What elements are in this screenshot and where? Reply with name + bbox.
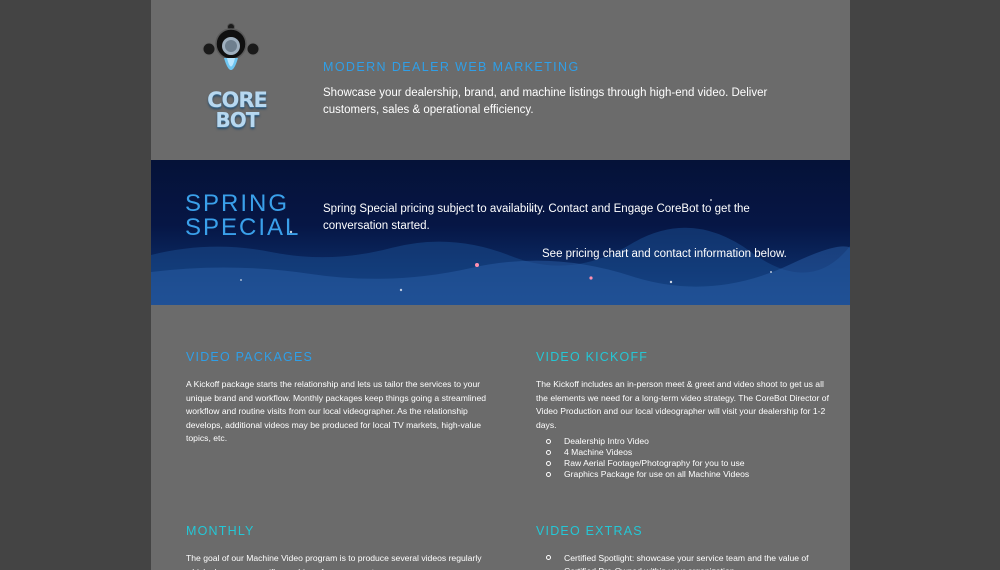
spring-special-banner: SPRING SPECIAL Spring Special pricing su… bbox=[151, 160, 850, 305]
corebot-logo[interactable]: CORE BOT bbox=[181, 20, 271, 132]
star-icon bbox=[399, 288, 403, 292]
section-title: VIDEO KICKOFF bbox=[536, 350, 649, 364]
kickoff-list: Dealership Intro Video 4 Machine Videos … bbox=[536, 436, 836, 480]
star-icon bbox=[589, 276, 593, 280]
list-item: Certified Spotlight: showcase your servi… bbox=[546, 552, 836, 570]
banner-note: See pricing chart and contact informatio… bbox=[542, 248, 787, 260]
intro-text: Showcase your dealership, brand, and mac… bbox=[323, 87, 768, 116]
robot-logo-icon bbox=[202, 23, 260, 70]
list-item: Graphics Package for use on all Machine … bbox=[546, 469, 836, 480]
site-header: CORE BOT MODERN DEALER WEB MARKETING Sho… bbox=[151, 0, 850, 160]
banner-text: Spring Special pricing subject to availa… bbox=[323, 203, 750, 232]
star-icon bbox=[770, 271, 772, 273]
extras-list: Certified Spotlight: showcase your servi… bbox=[536, 552, 836, 570]
section-monthly: MONTHLY The goal of our Machine Video pr… bbox=[186, 524, 486, 570]
section-video-packages: VIDEO PACKAGES A Kickoff package starts … bbox=[186, 350, 486, 446]
section-video-extras: VIDEO EXTRAS Certified Spotlight: showca… bbox=[536, 524, 836, 570]
list-item: 4 Machine Videos bbox=[546, 447, 836, 458]
section-body: The goal of our Machine Video program is… bbox=[186, 553, 482, 570]
star-icon bbox=[475, 263, 479, 267]
tagline: MODERN DEALER WEB MARKETING bbox=[323, 60, 580, 74]
logo-text-bot: BOT bbox=[215, 108, 260, 132]
section-body: The Kickoff includes an in-person meet &… bbox=[536, 379, 829, 430]
page-container: CORE BOT MODERN DEALER WEB MARKETING Sho… bbox=[151, 0, 850, 570]
section-body: A Kickoff package starts the relationshi… bbox=[186, 379, 487, 444]
section-title: MONTHLY bbox=[186, 524, 255, 538]
list-item: Dealership Intro Video bbox=[546, 436, 836, 447]
star-icon bbox=[240, 279, 242, 281]
section-title: VIDEO EXTRAS bbox=[536, 524, 643, 538]
section-video-kickoff: VIDEO KICKOFF The Kickoff includes an in… bbox=[536, 350, 836, 480]
list-item: Raw Aerial Footage/Photography for you t… bbox=[546, 458, 836, 469]
star-icon bbox=[669, 280, 673, 284]
banner-title: SPRING SPECIAL bbox=[185, 190, 301, 241]
section-title: VIDEO PACKAGES bbox=[186, 350, 314, 364]
